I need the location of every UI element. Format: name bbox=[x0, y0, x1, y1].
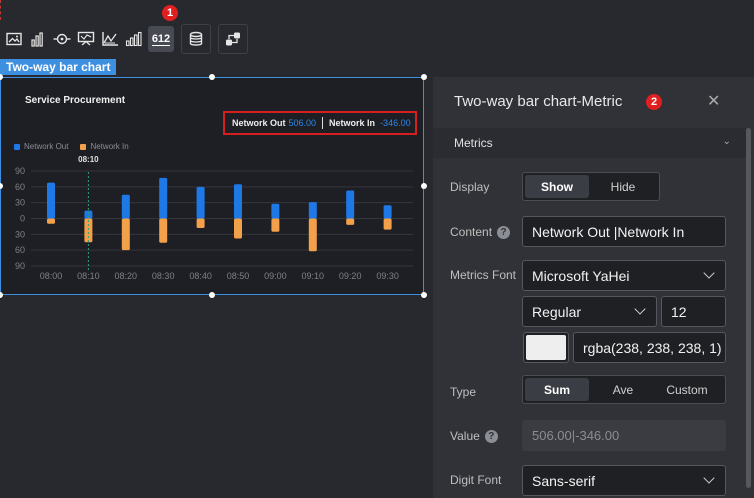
help-icon[interactable]: ? bbox=[484, 429, 498, 443]
x-tick-label: 08:00 bbox=[40, 271, 63, 281]
font-family-value: Microsoft YaHei bbox=[532, 267, 630, 284]
metrics-font-label: Metrics Font bbox=[450, 268, 517, 282]
type-toggle: Sum Ave Custom bbox=[522, 375, 726, 404]
x-tick-label: 08:20 bbox=[115, 271, 138, 281]
type-ave-option[interactable]: Ave bbox=[591, 376, 655, 403]
digit-font-label: Digit Font bbox=[450, 473, 502, 487]
resize-handle-r[interactable] bbox=[421, 183, 427, 189]
chart-plot: 90 60 30 0 30 60 90 08:00 08:10 08:10 08:20 08:30 08… bbox=[15, 155, 413, 281]
target-icon[interactable] bbox=[50, 26, 74, 52]
metrics-section-header[interactable]: Metrics ⌄ bbox=[433, 128, 746, 158]
component-toolbar: 612 bbox=[2, 24, 248, 54]
y-tick-label: 90 bbox=[15, 261, 25, 271]
y-tick-label: 30 bbox=[15, 229, 25, 239]
content-label: Content? bbox=[450, 225, 511, 239]
y-tick-label: 90 bbox=[15, 166, 25, 176]
digit-font-select[interactable]: Sans-serif bbox=[522, 465, 726, 496]
chart-component[interactable]: Service Procurement Network Out 506.00 N… bbox=[0, 77, 424, 295]
digit-font-value: Sans-serif bbox=[532, 472, 596, 489]
property-panel: Two-way bar chart-Metric 2 ✕ Metrics ⌄ D… bbox=[433, 77, 754, 498]
bar-network-out bbox=[271, 203, 280, 219]
display-label: Display bbox=[450, 180, 490, 194]
bar-network-in bbox=[234, 218, 242, 239]
bar-network-in bbox=[346, 218, 355, 225]
step-marker-1: 1 bbox=[162, 5, 178, 21]
panel-title: Two-way bar chart-Metric bbox=[454, 93, 623, 110]
metrics-font-size-input[interactable]: 12 bbox=[661, 296, 726, 327]
help-icon[interactable]: ? bbox=[497, 225, 511, 239]
font-weight-value: Regular bbox=[532, 303, 582, 320]
x-tick-label: 08:50 bbox=[227, 271, 250, 281]
resize-handle-t[interactable] bbox=[209, 74, 215, 80]
bar-network-in bbox=[308, 218, 317, 252]
bar-network-out bbox=[196, 186, 205, 219]
chevron-down-icon bbox=[634, 303, 646, 315]
x-tick-label: 08:30 bbox=[152, 271, 175, 281]
bar-network-in bbox=[383, 218, 392, 230]
bar-grow-icon[interactable] bbox=[122, 26, 146, 52]
y-tick-label: 60 bbox=[15, 245, 25, 255]
resize-handle-br[interactable] bbox=[421, 292, 427, 298]
resize-handle-bl[interactable] bbox=[0, 292, 3, 298]
type-label: Type bbox=[450, 385, 477, 399]
component-tag: Two-way bar chart bbox=[0, 59, 117, 75]
y-tick-label: 60 bbox=[15, 182, 25, 192]
content-input[interactable]: Network Out |Network In bbox=[522, 216, 726, 247]
type-custom-option[interactable]: Custom bbox=[655, 376, 719, 403]
bar-network-in bbox=[84, 218, 93, 243]
content-label-text: Content bbox=[450, 225, 493, 239]
value-label-text: Value bbox=[450, 429, 480, 443]
metrics-font-family-select[interactable]: Microsoft YaHei bbox=[522, 260, 726, 291]
bar-network-out bbox=[346, 190, 355, 219]
canvas-guide-line bbox=[0, 0, 2, 20]
metrics-color-swatch[interactable] bbox=[523, 332, 569, 363]
step-marker-2: 2 bbox=[646, 94, 662, 110]
close-icon[interactable]: ✕ bbox=[707, 91, 720, 111]
y-tick-label: 30 bbox=[15, 198, 25, 208]
digit-icon-label: 612 bbox=[151, 32, 171, 46]
panel-scrollbar[interactable] bbox=[746, 128, 751, 488]
display-toggle: Show Hide bbox=[522, 172, 660, 201]
bar-network-out bbox=[159, 177, 168, 219]
display-show-option[interactable]: Show bbox=[525, 175, 589, 198]
bar-chart-icon[interactable] bbox=[26, 26, 50, 52]
chevron-down-icon[interactable]: ⌄ bbox=[723, 136, 731, 147]
chevron-down-icon bbox=[703, 472, 715, 484]
hover-label: 08:10 bbox=[78, 155, 99, 164]
metrics-font-weight-select[interactable]: Regular bbox=[522, 296, 657, 327]
bar-network-out bbox=[383, 205, 392, 219]
x-tick-label: 09:30 bbox=[376, 271, 399, 281]
y-tick-label: 0 bbox=[20, 214, 25, 224]
link-flow-icon[interactable] bbox=[218, 24, 248, 54]
metrics-color-input[interactable]: rgba(238, 238, 238, 1) bbox=[573, 332, 726, 363]
bar-network-in bbox=[121, 218, 130, 251]
value-input: 506.00|-346.00 bbox=[522, 420, 726, 451]
bar-network-out bbox=[234, 184, 242, 219]
x-tick-label: 09:10 bbox=[302, 271, 325, 281]
resize-handle-tr[interactable] bbox=[421, 74, 427, 80]
value-label: Value? bbox=[450, 429, 498, 443]
chevron-down-icon bbox=[703, 267, 715, 279]
bar-network-in bbox=[47, 218, 55, 224]
digit-icon[interactable]: 612 bbox=[148, 26, 174, 52]
line-axis-icon[interactable] bbox=[98, 26, 122, 52]
section-title: Metrics bbox=[454, 136, 493, 150]
x-tick-label: 08:10 bbox=[77, 271, 100, 281]
x-tick-label: 08:40 bbox=[189, 271, 212, 281]
bar-network-in bbox=[159, 218, 168, 243]
type-sum-option[interactable]: Sum bbox=[525, 378, 589, 401]
x-tick-label: 09:20 bbox=[339, 271, 362, 281]
screen-icon[interactable] bbox=[74, 26, 98, 52]
resize-handle-b[interactable] bbox=[209, 292, 215, 298]
bar-network-out bbox=[121, 194, 130, 219]
bar-network-in bbox=[271, 218, 280, 232]
x-tick-label: 09:00 bbox=[264, 271, 287, 281]
bar-network-out bbox=[308, 202, 317, 219]
bar-network-in bbox=[196, 218, 205, 228]
bar-network-out bbox=[47, 182, 55, 219]
image-icon[interactable] bbox=[2, 26, 26, 52]
database-icon[interactable] bbox=[181, 24, 211, 54]
color-swatch-fill bbox=[526, 335, 566, 360]
display-hide-option[interactable]: Hide bbox=[591, 173, 655, 200]
